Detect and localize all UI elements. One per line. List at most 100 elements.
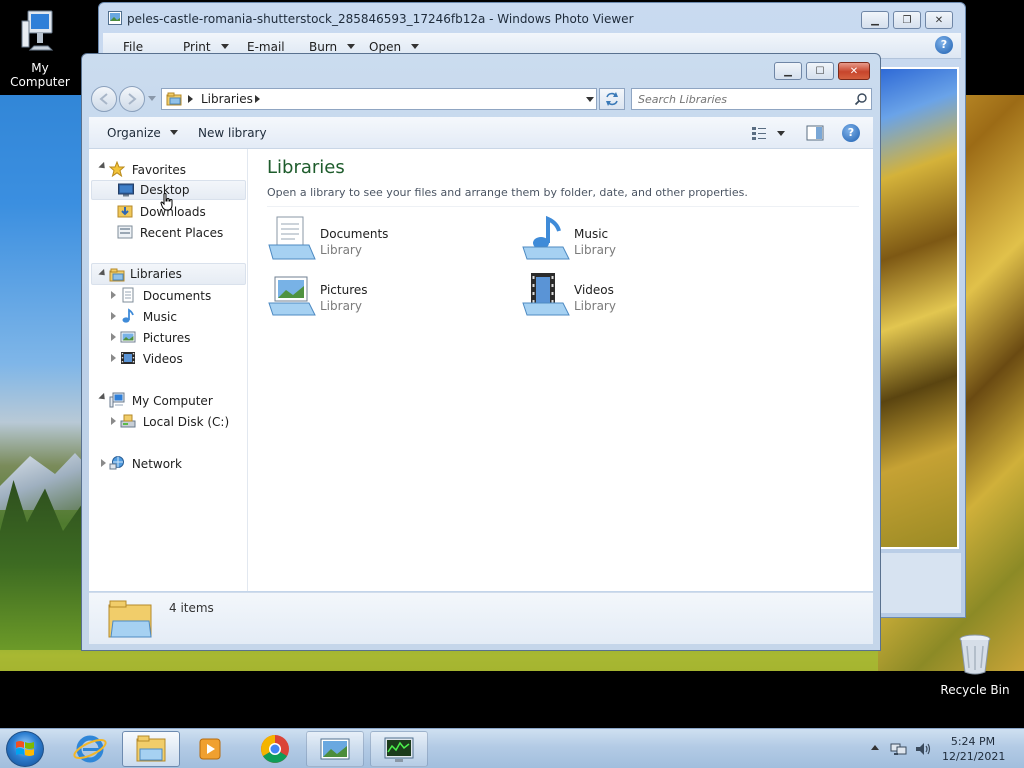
nav-recent-places[interactable]: Recent Places xyxy=(117,224,223,243)
breadcrumb-separator-icon[interactable] xyxy=(255,95,260,103)
expand-local-disk-icon[interactable] xyxy=(111,417,116,425)
taskbar-chrome[interactable] xyxy=(255,731,295,767)
expand-videos-icon[interactable] xyxy=(111,354,116,362)
video-film-icon xyxy=(120,350,136,369)
nav-label: Network xyxy=(131,457,182,471)
menu-label: File xyxy=(123,40,144,54)
pictures-icon xyxy=(120,329,136,348)
organize-button[interactable]: Organize xyxy=(107,126,178,140)
nav-documents[interactable]: Documents xyxy=(120,287,211,306)
change-view-button[interactable] xyxy=(751,125,787,144)
monitor-graph-icon xyxy=(384,737,414,762)
chevron-down-icon xyxy=(220,44,229,49)
nav-label: Videos xyxy=(142,352,183,366)
nav-videos[interactable]: Videos xyxy=(120,350,183,369)
chevron-down-icon xyxy=(411,44,420,49)
menu-open[interactable]: Open xyxy=(369,40,420,54)
taskbar-clock[interactable]: 5:24 PM 12/21/2021 xyxy=(942,734,1005,764)
menu-burn[interactable]: Burn xyxy=(309,40,356,54)
close-icon: ✕ xyxy=(934,14,944,26)
library-name: Pictures xyxy=(320,283,368,297)
media-player-icon xyxy=(199,738,221,760)
nav-label: Pictures xyxy=(142,331,191,345)
internet-explorer-icon xyxy=(73,735,107,763)
breadcrumb-libraries[interactable]: Libraries xyxy=(201,92,253,106)
nav-label: Libraries xyxy=(130,267,182,281)
recent-pages-dropdown[interactable] xyxy=(148,96,156,101)
desktop-icon-recycle-bin[interactable]: Recycle Bin xyxy=(935,632,1015,697)
start-button[interactable] xyxy=(6,731,44,767)
menu-file[interactable]: File xyxy=(123,40,143,54)
library-documents[interactable]: Documents Library xyxy=(267,215,487,265)
nav-my-computer[interactable]: My Computer xyxy=(109,392,213,411)
library-pictures[interactable]: Pictures Library xyxy=(267,271,487,321)
music-library-icon xyxy=(521,215,571,268)
details-pane: 4 items xyxy=(89,592,873,644)
expand-pictures-icon[interactable] xyxy=(111,333,116,341)
photo-viewer-app-icon xyxy=(108,11,122,28)
close-icon: ✕ xyxy=(849,65,859,77)
expand-favorites-icon[interactable] xyxy=(98,161,108,172)
nav-pictures[interactable]: Pictures xyxy=(120,329,190,348)
expand-documents-icon[interactable] xyxy=(111,291,116,299)
photo-viewer-maximize-button[interactable]: ❐ xyxy=(893,11,921,29)
nav-music[interactable]: Music xyxy=(120,308,177,327)
nav-label: Recent Places xyxy=(139,226,224,240)
command-bar: Organize New library ? xyxy=(89,117,873,149)
chevron-down-icon xyxy=(169,130,178,135)
expand-music-icon[interactable] xyxy=(111,312,116,320)
explorer-minimize-button[interactable]: ▁ xyxy=(774,62,802,80)
preview-pane-button[interactable] xyxy=(806,125,824,144)
menu-email[interactable]: E-mail xyxy=(247,40,285,54)
photo-viewer-icon xyxy=(320,738,350,760)
chrome-icon xyxy=(261,735,289,763)
library-type: Library xyxy=(320,299,362,313)
nav-libraries[interactable]: Libraries xyxy=(91,263,246,285)
show-hidden-icons-button[interactable] xyxy=(871,745,879,750)
library-music[interactable]: Music Library xyxy=(521,215,741,265)
forward-button[interactable] xyxy=(119,86,145,112)
explorer-maximize-button[interactable]: ☐ xyxy=(806,62,834,80)
new-library-button[interactable]: New library xyxy=(198,126,267,140)
network-status-icon[interactable] xyxy=(890,741,908,760)
address-bar[interactable]: Libraries xyxy=(161,88,597,110)
nav-label: Music xyxy=(142,310,177,324)
computer-icon xyxy=(109,392,125,411)
taskbar: 5:24 PM 12/21/2021 xyxy=(0,728,1024,768)
library-videos[interactable]: Videos Library xyxy=(521,271,741,321)
nav-local-disk[interactable]: Local Disk (C:) xyxy=(120,413,229,432)
expand-libraries-icon[interactable] xyxy=(98,268,108,279)
taskbar-media-player[interactable] xyxy=(190,731,230,767)
desktop-icon-my-computer[interactable]: My Computer xyxy=(0,8,80,89)
explorer-window[interactable]: ▁ ☐ ✕ Libraries Organize New library xyxy=(81,53,881,651)
menu-print[interactable]: Print xyxy=(183,40,229,54)
search-icon[interactable] xyxy=(854,92,868,109)
back-button[interactable] xyxy=(91,86,117,112)
taskbar-task-manager[interactable] xyxy=(370,731,428,767)
search-input[interactable] xyxy=(638,91,843,107)
view-options-icon xyxy=(752,127,785,140)
taskbar-internet-explorer[interactable] xyxy=(70,731,110,767)
library-name: Music xyxy=(574,227,609,241)
library-type: Library xyxy=(574,243,616,257)
pictures-library-icon xyxy=(267,271,317,324)
refresh-button[interactable] xyxy=(599,88,625,110)
help-icon[interactable]: ? xyxy=(935,36,953,54)
desktop-icon-label: My Computer xyxy=(10,61,70,89)
search-box[interactable] xyxy=(631,88,872,110)
clock-time: 5:24 PM xyxy=(950,735,996,748)
expand-my-computer-icon[interactable] xyxy=(98,392,108,403)
address-history-dropdown[interactable] xyxy=(586,97,594,102)
explorer-close-button[interactable]: ✕ xyxy=(838,62,870,80)
nav-network[interactable]: Network xyxy=(109,455,182,474)
photo-viewer-close-button[interactable]: ✕ xyxy=(925,11,953,29)
volume-icon[interactable] xyxy=(914,741,932,760)
taskbar-windows-explorer[interactable] xyxy=(122,731,180,767)
photo-viewer-minimize-button[interactable]: ▁ xyxy=(861,11,889,29)
menu-label: Open xyxy=(369,40,402,54)
help-icon[interactable]: ? xyxy=(842,124,860,142)
breadcrumb-separator-icon[interactable] xyxy=(188,95,193,103)
taskbar-photo-viewer[interactable] xyxy=(306,731,364,767)
expand-network-icon[interactable] xyxy=(101,459,106,467)
nav-favorites[interactable]: Favorites xyxy=(108,160,186,180)
